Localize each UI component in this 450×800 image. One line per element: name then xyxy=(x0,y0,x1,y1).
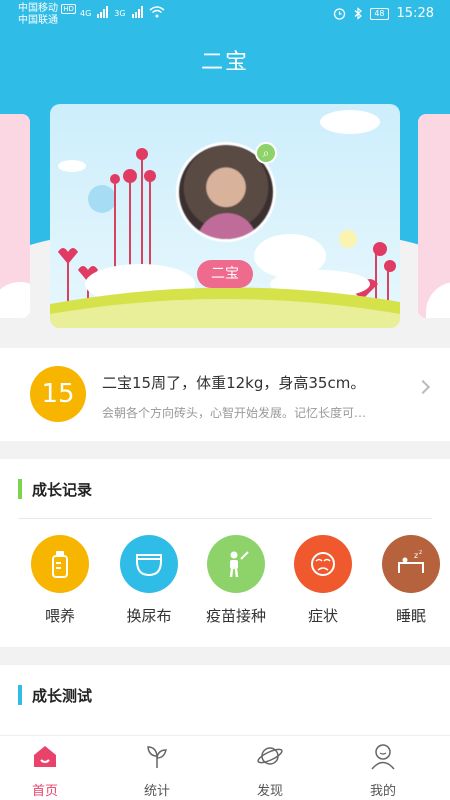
page-title: 二宝 xyxy=(200,50,249,75)
record-label: 睡眠 xyxy=(395,607,426,625)
alarm-icon xyxy=(334,8,346,20)
section-title: 成长测试 xyxy=(32,686,93,705)
weekly-info-card[interactable]: 15 二宝15周了，体重12kg，身高35cm。 会朝各个方向砖头，心智开始发展… xyxy=(0,348,450,441)
divider xyxy=(18,518,432,519)
status-right: 48 15:28 xyxy=(333,6,434,21)
wifi-icon xyxy=(149,6,165,18)
section-header: 成长记录 xyxy=(18,479,92,499)
record-label: 喂养 xyxy=(44,607,75,625)
bottom-nav: 首页 统计 发现 我的 xyxy=(0,735,450,800)
carrier-1: 中国移动 xyxy=(18,3,58,14)
bluetooth-icon xyxy=(354,7,363,20)
record-label: 疫苗接种 xyxy=(205,607,266,625)
signal-bars-icon xyxy=(97,6,109,18)
section-accent-bar xyxy=(18,479,22,499)
zoom-icon[interactable]: ⌕ xyxy=(255,142,277,164)
carousel-next-card[interactable] xyxy=(418,114,450,318)
status-bar: 中国移动 HD 中国联通 4G 3G 48 15:28 xyxy=(0,0,450,32)
nav-home[interactable]: 首页 xyxy=(5,742,85,799)
carousel-prev-card[interactable] xyxy=(0,114,30,318)
vaccine-icon xyxy=(207,535,265,593)
section-accent-bar xyxy=(18,685,22,705)
signal-bars-icon xyxy=(131,6,143,18)
week-badge: 15 xyxy=(30,366,86,422)
nav-label: 我的 xyxy=(369,784,396,799)
section-title: 成长记录 xyxy=(32,480,93,499)
growth-tests-section: 成长测试 xyxy=(0,665,450,735)
network-3g-label: 3G xyxy=(114,9,126,18)
nav-label: 首页 xyxy=(31,784,58,799)
record-sleep[interactable]: zz 睡眠 xyxy=(376,535,446,626)
record-symptom[interactable]: 症状 xyxy=(288,535,358,626)
battery-icon: 48 xyxy=(370,7,389,20)
network-4g-label: 4G xyxy=(80,9,92,18)
svg-text:z: z xyxy=(419,549,422,556)
record-diaper[interactable]: 换尿布 xyxy=(114,535,184,626)
diaper-icon xyxy=(120,535,178,593)
weekly-info-description: 会朝各个方向砖头，心智开始发展。记忆长度可… xyxy=(102,406,367,420)
child-name-badge[interactable]: 二宝 xyxy=(197,260,253,288)
record-vaccine[interactable]: 疫苗接种 xyxy=(201,535,271,626)
svg-text:z: z xyxy=(414,551,418,560)
carrier-2: 中国联通 xyxy=(18,15,58,26)
signal-indicators: 4G 3G xyxy=(80,6,165,18)
nav-profile[interactable]: 我的 xyxy=(343,742,423,799)
nav-label: 发现 xyxy=(256,784,283,799)
bottle-icon xyxy=(31,535,89,593)
symptom-icon xyxy=(294,535,352,593)
nav-discover[interactable]: 发现 xyxy=(230,742,310,799)
clock: 15:28 xyxy=(396,6,434,21)
nav-label: 统计 xyxy=(143,784,170,799)
profile-icon xyxy=(371,744,395,770)
sprout-icon xyxy=(147,746,167,768)
record-label: 换尿布 xyxy=(126,607,172,625)
growth-records-section: 成长记录 喂养 换尿布 疫苗接种 症状 zz 睡眠 xyxy=(0,459,450,647)
planet-icon xyxy=(257,747,283,765)
home-icon xyxy=(34,746,56,767)
carrier-info: 中国移动 HD 中国联通 xyxy=(18,3,76,27)
hd-badge: HD xyxy=(61,4,76,14)
chevron-right-icon xyxy=(415,379,431,395)
nav-statistics[interactable]: 统计 xyxy=(117,742,197,799)
section-header: 成长测试 xyxy=(18,685,92,705)
record-label: 症状 xyxy=(307,607,338,625)
record-feeding[interactable]: 喂养 xyxy=(25,535,95,626)
sleep-icon: zz xyxy=(382,535,440,593)
weekly-info-title: 二宝15周了，体重12kg，身高35cm。 xyxy=(102,374,366,392)
child-profile-card[interactable]: ⌕ 二宝 xyxy=(50,104,400,328)
